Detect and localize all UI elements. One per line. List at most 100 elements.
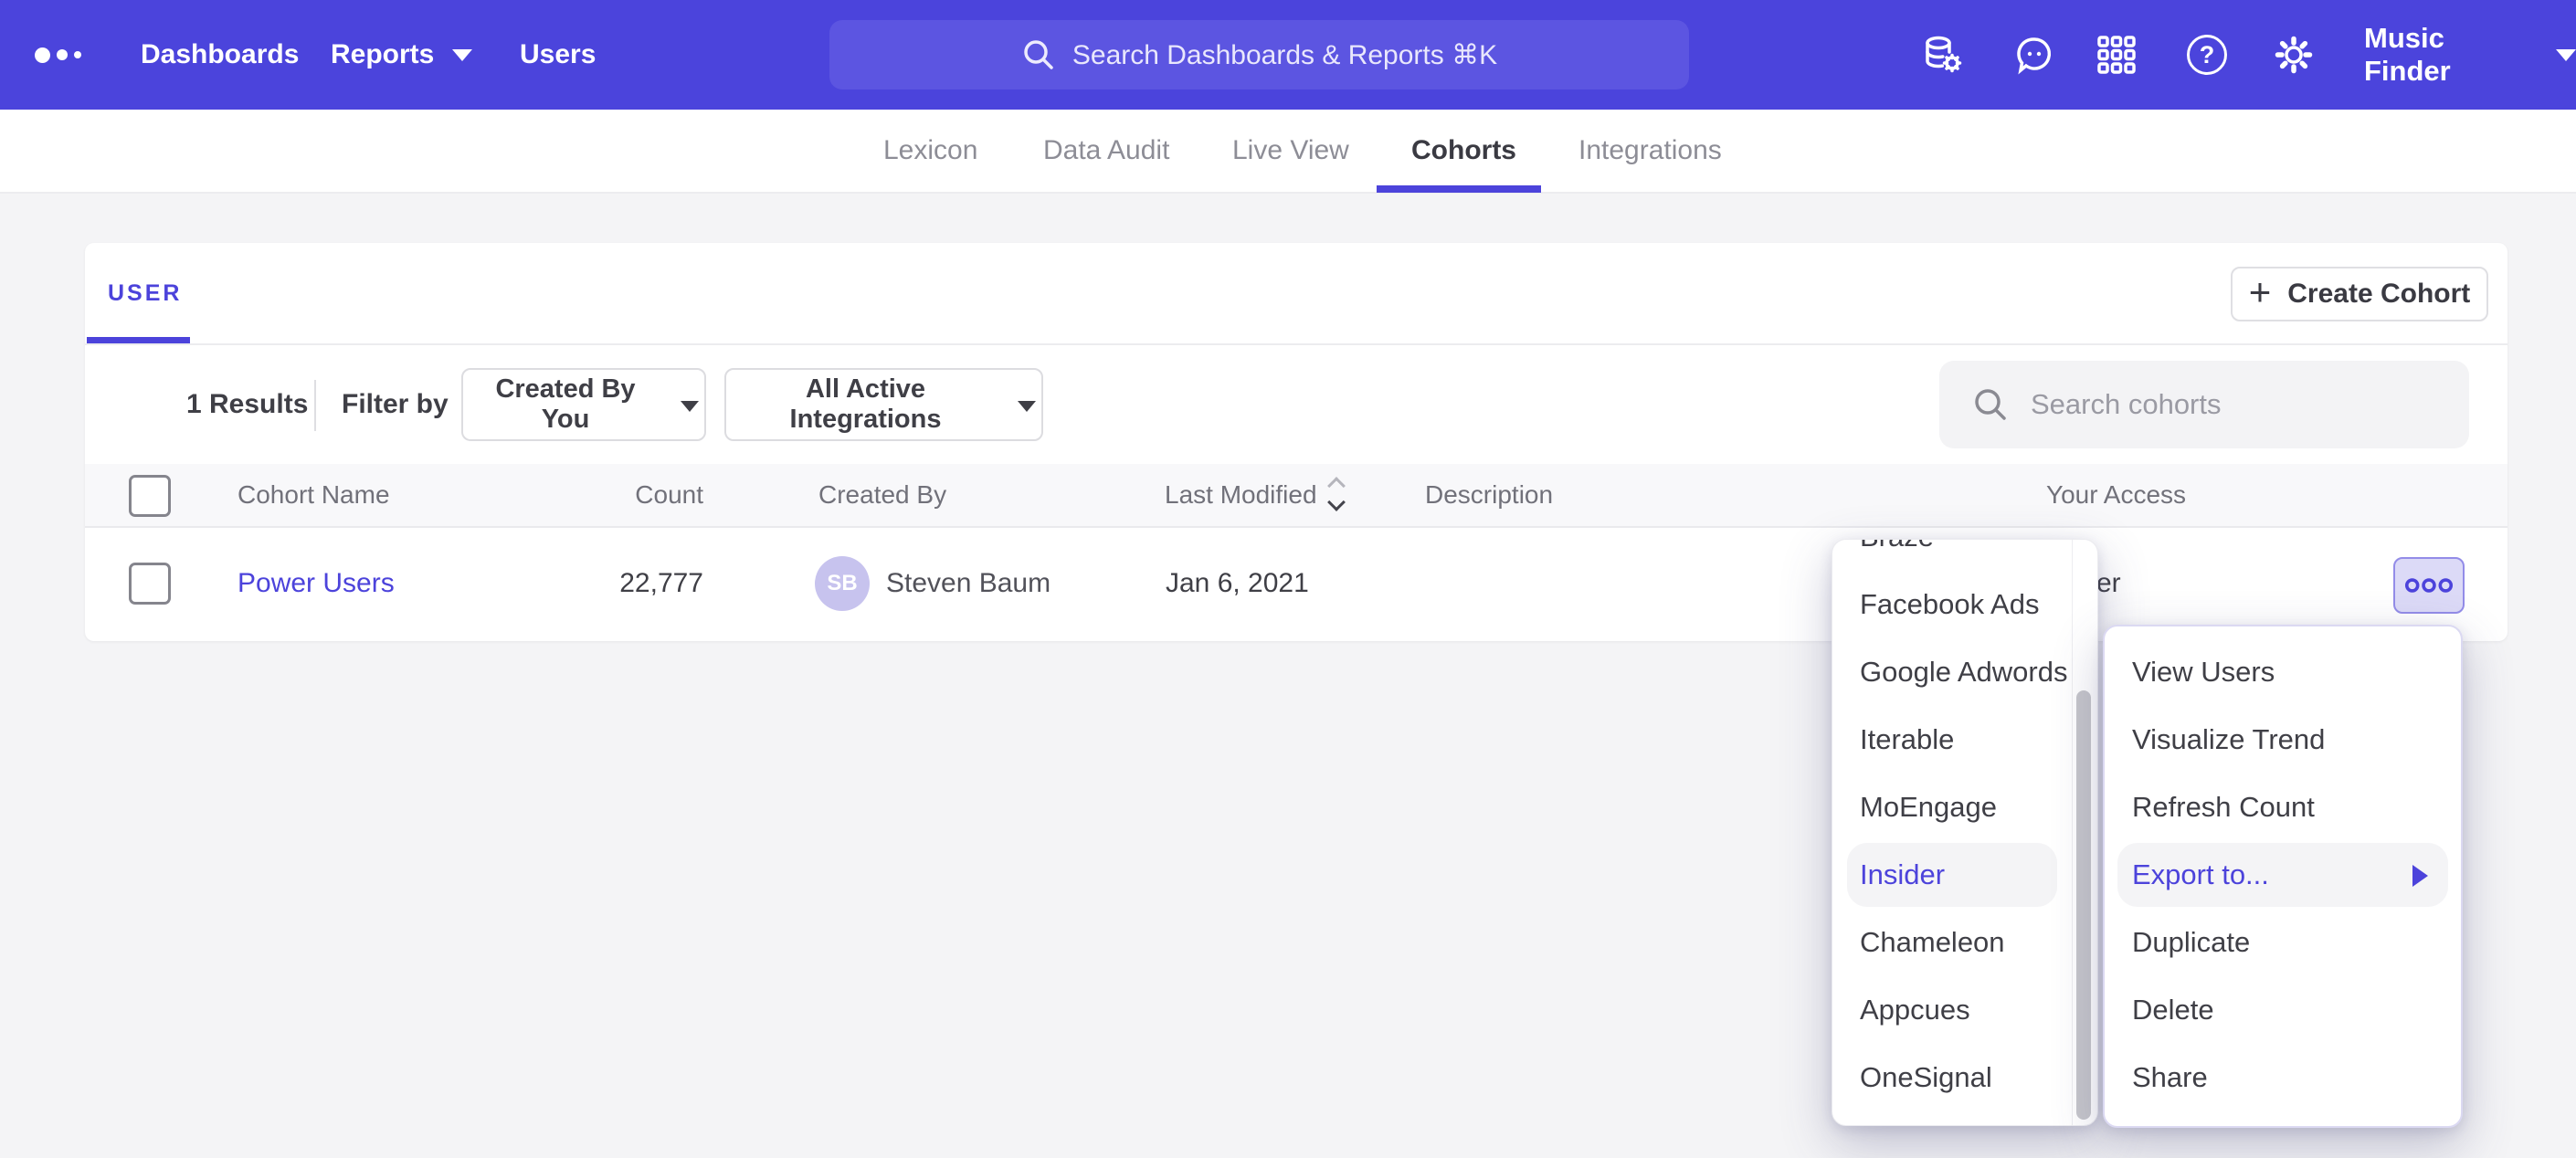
menu-item-export-to[interactable]: Export to... [2105, 841, 2461, 909]
cohorts-card: USER + Create Cohort 1 Results Filter by… [85, 243, 2507, 641]
project-name: Music Finder [2364, 22, 2530, 88]
logo-dot-icon [57, 49, 68, 60]
screen: Dashboards Reports Users Search Dashboar… [0, 0, 2576, 1158]
menu-item-view-users[interactable]: View Users [2105, 638, 2461, 706]
section-tab-bar: Lexicon Data Audit Live View Cohorts Int… [0, 110, 2576, 194]
tab-label: Live View [1232, 135, 1349, 166]
chevron-down-icon [1018, 401, 1036, 412]
integrations-filter[interactable]: All Active Integrations [724, 368, 1043, 441]
tab-label: Lexicon [883, 135, 977, 166]
menu-item-facebook-ads[interactable]: Facebook Ads [1832, 571, 2097, 638]
chevron-down-icon [2556, 49, 2576, 61]
cohort-count: 22,777 [493, 528, 703, 639]
top-nav: Dashboards Reports Users Search Dashboar… [0, 0, 2576, 110]
col-cohort-name: Cohort Name [238, 464, 390, 526]
menu-item-chameleon[interactable]: Chameleon [1832, 909, 2097, 976]
cohort-search-input[interactable]: Search cohorts [1939, 361, 2469, 448]
col-created-by: Created By [818, 464, 946, 526]
active-subtab-indicator [87, 337, 190, 343]
tab-label: Integrations [1578, 135, 1722, 166]
menu-item-delete[interactable]: Delete [2105, 976, 2461, 1044]
tab-cohorts[interactable]: Cohorts [1411, 110, 1516, 192]
avatar: SB [815, 556, 870, 611]
chevron-down-icon [681, 401, 699, 412]
row-more-actions-button[interactable] [2393, 557, 2465, 614]
menu-item-iterable[interactable]: Iterable [1832, 706, 2097, 774]
menu-item-appcues[interactable]: Appcues [1832, 976, 2097, 1044]
sort-icon [1330, 479, 1343, 509]
scrollbar-track [2072, 540, 2073, 1125]
row-checkbox[interactable] [129, 563, 171, 605]
help-glyph: ? [2200, 41, 2215, 69]
export-destinations-menu: Braze Facebook Ads Google Adwords Iterab… [1832, 539, 2098, 1126]
filter-row: 1 Results Filter by Created By You All A… [85, 345, 2507, 464]
menu-item-duplicate[interactable]: Duplicate [2105, 909, 2461, 976]
col-your-access: Your Access [2046, 464, 2186, 526]
col-last-modified[interactable]: Last Modified [1165, 464, 1343, 526]
create-cohort-label: Create Cohort [2287, 279, 2470, 310]
col-last-modified-label: Last Modified [1165, 480, 1317, 510]
settings-gear-icon[interactable] [2274, 35, 2314, 75]
tab-user-cohorts[interactable]: USER [108, 243, 182, 343]
nav-dashboards-label: Dashboards [141, 39, 299, 70]
row-actions-menu: View Users Visualize Trend Refresh Count… [2103, 625, 2463, 1128]
select-all-checkbox[interactable] [129, 475, 171, 517]
nav-reports-label: Reports [331, 39, 434, 70]
scrollbar-thumb[interactable] [2076, 690, 2091, 1120]
nav-users-label: Users [520, 39, 596, 70]
logo-dot-icon [35, 47, 50, 63]
menu-item-insider[interactable]: Insider [1832, 841, 2097, 909]
col-count: Count [493, 464, 703, 526]
menu-item-refresh-count[interactable]: Refresh Count [2105, 774, 2461, 841]
nav-users[interactable]: Users [520, 0, 596, 110]
tab-user-label: USER [108, 280, 182, 307]
created-by-filter[interactable]: Created By You [461, 368, 706, 441]
tab-lexicon[interactable]: Lexicon [883, 110, 977, 192]
created-by-filter-label: Created By You [469, 374, 662, 435]
tab-label: Data Audit [1043, 135, 1169, 166]
nav-reports[interactable]: Reports [331, 0, 472, 110]
menu-item-google-adwords[interactable]: Google Adwords [1832, 638, 2097, 706]
active-tab-indicator [1377, 185, 1541, 193]
results-count: 1 Results [186, 345, 308, 464]
tab-data-audit[interactable]: Data Audit [1043, 110, 1169, 192]
menu-item-moengage[interactable]: MoEngage [1832, 774, 2097, 841]
created-by-name: Steven Baum [886, 528, 1050, 639]
global-search-placeholder: Search Dashboards & Reports ⌘K [1072, 39, 1497, 71]
nav-dashboards[interactable]: Dashboards [141, 0, 299, 110]
cohort-type-tabs: USER + Create Cohort [85, 243, 2507, 345]
search-icon [1021, 37, 1056, 72]
chevron-down-icon [452, 49, 472, 61]
cohort-name-link[interactable]: Power Users [238, 568, 395, 599]
logo-dot-icon [74, 51, 81, 58]
cohort-search-placeholder: Search cohorts [2031, 388, 2222, 421]
search-icon [1972, 386, 2009, 423]
create-cohort-button[interactable]: + Create Cohort [2231, 267, 2488, 321]
table-row: Power Users 22,777 SB Steven Baum Jan 6,… [85, 528, 2507, 639]
col-description: Description [1425, 464, 1553, 526]
table-header: Cohort Name Count Created By Last Modifi… [85, 464, 2507, 528]
your-access-value-partial: er [2096, 528, 2121, 639]
tab-integrations[interactable]: Integrations [1578, 110, 1722, 192]
export-destinations-list: Braze Facebook Ads Google Adwords Iterab… [1832, 539, 2097, 1111]
menu-item-onesignal[interactable]: OneSignal [1832, 1044, 2097, 1111]
menu-item-share[interactable]: Share [2105, 1044, 2461, 1111]
divider [314, 380, 316, 431]
last-modified-value: Jan 6, 2021 [1166, 528, 1309, 639]
global-search-input[interactable]: Search Dashboards & Reports ⌘K [829, 20, 1689, 89]
integrations-filter-label: All Active Integrations [732, 374, 999, 435]
tab-label: Cohorts [1411, 135, 1516, 166]
brand-logo[interactable] [35, 0, 81, 110]
filter-by-label: Filter by [342, 345, 449, 464]
project-switcher[interactable]: Music Finder [2364, 0, 2576, 110]
menu-item-braze[interactable]: Braze [1832, 539, 2097, 571]
feedback-icon[interactable] [2014, 35, 2054, 75]
data-management-icon[interactable] [1922, 35, 1962, 75]
help-icon[interactable]: ? [2187, 35, 2227, 75]
apps-grid-icon[interactable] [2096, 35, 2137, 75]
menu-item-visualize-trend[interactable]: Visualize Trend [2105, 706, 2461, 774]
submenu-arrow-icon [2412, 865, 2428, 887]
plus-icon: + [2249, 273, 2272, 311]
tab-live-view[interactable]: Live View [1232, 110, 1349, 192]
more-dots-icon [2401, 572, 2457, 599]
